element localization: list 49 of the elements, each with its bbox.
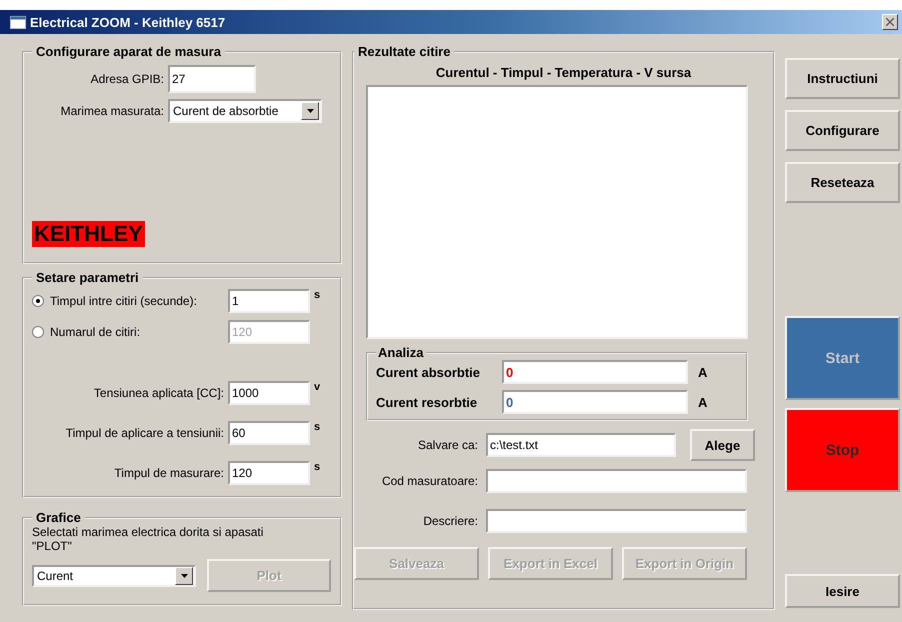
close-button[interactable]	[882, 14, 898, 30]
unit-label: s	[314, 421, 320, 433]
group-title: Rezultate citire	[357, 44, 452, 59]
radio-option[interactable]: Timpul intre citiri (secunde):	[32, 294, 228, 308]
input-field[interactable]: 120	[228, 461, 310, 485]
field-label: Tensiunea aplicata [CC]:	[92, 386, 224, 400]
hint-text: Selectati marimea electrica dorita si apasati "PLOT"	[32, 525, 264, 553]
unit-label: v	[314, 381, 320, 393]
input-field[interactable]: c:\test.txt	[486, 433, 676, 457]
side-button[interactable]: Iesire	[785, 574, 900, 608]
side-button[interactable]: Configurare	[785, 110, 900, 151]
readout-field[interactable]: 0	[502, 390, 688, 414]
list-header: Curentul - Timpul - Temperatura - V sursa	[434, 65, 692, 80]
field-label: Descriere:	[422, 514, 478, 528]
unit-label: s	[314, 289, 320, 301]
group-title: Setare parametri	[35, 270, 140, 285]
unit-label: s	[314, 461, 320, 473]
side-button[interactable]: Reseteaza	[785, 162, 900, 203]
window-icon	[10, 16, 26, 28]
input-field[interactable]: 1	[228, 289, 310, 313]
caret-icon	[180, 574, 188, 578]
field-label: Curent resorbtie	[376, 394, 478, 410]
readout-field[interactable]: 0	[502, 360, 688, 384]
logo: KEITHLEY	[32, 221, 145, 247]
field-label: Salvare ca:	[416, 438, 478, 452]
measure-dropdown[interactable]: Curent de absorbtie	[168, 99, 322, 123]
input-field[interactable]	[486, 469, 747, 493]
window-title: Electrical ZOOM - Keithley 6517	[30, 14, 226, 30]
choose-button[interactable]: Alege	[690, 429, 755, 461]
gpib-field[interactable]: 27	[168, 65, 256, 93]
side-button[interactable]: Instructiuni	[785, 58, 900, 99]
unit-label: A	[698, 364, 708, 380]
field-label: Timpul de aplicare a tensiunii:	[64, 426, 224, 440]
field-label: Adresa GPIB:	[90, 72, 164, 86]
radio-button[interactable]	[32, 295, 44, 307]
field-label: Marimea masurata:	[60, 104, 164, 118]
group-title: Analiza	[377, 345, 425, 360]
caret-icon	[306, 109, 314, 113]
field-label: Curent absorbtie	[376, 364, 482, 380]
group-title: Configurare aparat de masura	[35, 44, 222, 59]
graph-dropdown[interactable]: Curent	[32, 564, 196, 586]
close-icon	[886, 18, 894, 26]
input-field[interactable]: 60	[228, 421, 310, 445]
field-label: Cod masuratoare:	[380, 474, 478, 488]
field-label: Timpul de masurare:	[113, 466, 224, 480]
input-field[interactable]	[486, 509, 747, 533]
group-title: Grafice	[35, 510, 82, 525]
unit-label: A	[698, 394, 708, 410]
input-field[interactable]: 1000	[228, 381, 310, 405]
